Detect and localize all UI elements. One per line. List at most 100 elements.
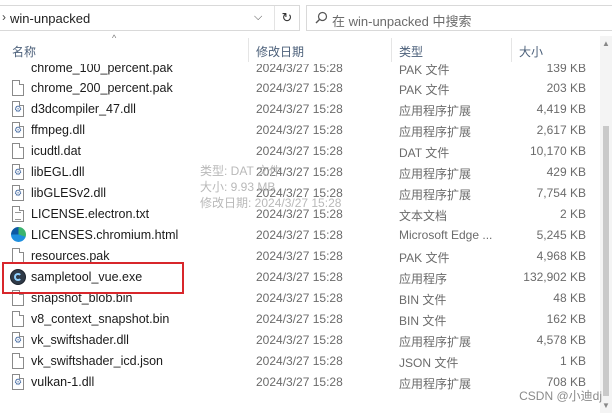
file-date: 2024/3/27 15:28 [256, 123, 343, 137]
file-size: 2,617 KB [536, 123, 586, 137]
file-size: 429 KB [546, 165, 586, 179]
scroll-down-icon[interactable]: ▼ [602, 401, 610, 410]
file-icon [12, 80, 24, 96]
file-name: vulkan-1.dll [31, 375, 95, 389]
file-row[interactable]: LICENSES.chromium.html 2024/3/27 15:28 M… [0, 225, 600, 246]
toolbar: › win-unpacked ⌵ ↻ 在 win-unpacked 中搜索 [0, 0, 612, 36]
file-row[interactable]: chrome_200_percent.pak 2024/3/27 15:28 P… [0, 78, 600, 99]
file-row[interactable]: vk_swiftshader_icd.json 2024/3/27 15:28 … [0, 351, 600, 372]
file-type: 应用程序扩展 [399, 104, 472, 118]
file-name: resources.pak [31, 249, 110, 263]
file-date: 2024/3/27 15:28 [256, 228, 343, 242]
dll-icon [12, 374, 24, 390]
file-size: 5,245 KB [536, 228, 586, 242]
file-row[interactable]: v8_context_snapshot.bin 2024/3/27 15:28 … [0, 309, 600, 330]
file-date: 2024/3/27 15:28 [256, 270, 343, 284]
file-type: 应用程序扩展 [399, 335, 472, 349]
vertical-scrollbar[interactable]: ▲ ▼ [600, 36, 612, 413]
file-row[interactable]: vk_swiftshader.dll 2024/3/27 15:28 应用程序扩… [0, 330, 600, 351]
dll-icon [12, 332, 24, 348]
file-name: d3dcompiler_47.dll [31, 102, 136, 116]
file-name: vk_swiftshader.dll [31, 333, 129, 347]
file-type: 应用程序 [399, 272, 448, 286]
file-list: chrome_100_percent.pak 2024/3/27 15:28 P… [0, 58, 600, 413]
file-date: 2024/3/27 15:28 [256, 64, 343, 75]
file-date: 2024/3/27 15:28 [256, 291, 343, 305]
edge-icon [11, 227, 26, 242]
file-date: 2024/3/27 15:28 [256, 102, 343, 116]
file-size: 139 KB [546, 64, 586, 75]
address-history-dropdown-icon[interactable]: ⌵ [254, 11, 262, 24]
breadcrumb-current-folder[interactable]: win-unpacked [10, 11, 90, 26]
search-box[interactable]: 在 win-unpacked 中搜索 [306, 5, 612, 31]
scroll-up-icon[interactable]: ▲ [602, 39, 610, 48]
text-file-icon [12, 206, 24, 222]
file-name: chrome_100_percent.pak [31, 64, 173, 75]
file-icon [12, 353, 24, 369]
file-icon [12, 311, 24, 327]
file-type: 应用程序扩展 [399, 167, 472, 181]
file-size: 2 KB [559, 207, 586, 221]
watermark: CSDN @小迪dj [519, 389, 602, 403]
file-type: Microsoft Edge ... [399, 228, 493, 242]
sort-ascending-icon: ^ [112, 33, 117, 43]
file-type: BIN 文件 [399, 314, 447, 328]
highlight-box [2, 262, 184, 294]
file-type: DAT 文件 [399, 146, 450, 160]
file-row[interactable]: d3dcompiler_47.dll 2024/3/27 15:28 应用程序扩… [0, 99, 600, 120]
file-name: LICENSES.chromium.html [31, 228, 179, 242]
file-row[interactable]: chrome_100_percent.pak 2024/3/27 15:28 P… [0, 64, 600, 78]
dll-icon [12, 122, 24, 138]
file-name: libEGL.dll [31, 165, 85, 179]
address-bar[interactable]: › win-unpacked ⌵ ↻ [0, 5, 300, 31]
file-date: 2024/3/27 15:28 [256, 333, 343, 347]
file-row[interactable]: ffmpeg.dll 2024/3/27 15:28 应用程序扩展 2,617 … [0, 120, 600, 141]
breadcrumb-separator[interactable]: › [2, 10, 6, 24]
dll-icon [12, 164, 24, 180]
file-row[interactable]: libGLESv2.dll 2024/3/27 15:28 应用程序扩展 7,7… [0, 183, 600, 204]
file-date: 2024/3/27 15:28 [256, 312, 343, 326]
file-name: v8_context_snapshot.bin [31, 312, 170, 326]
file-size: 4,419 KB [536, 102, 586, 116]
scroll-thumb[interactable] [603, 126, 609, 396]
search-placeholder: 在 win-unpacked 中搜索 [332, 14, 472, 29]
file-size: 1 KB [559, 354, 586, 368]
file-size: 132,902 KB [523, 270, 586, 284]
file-type: 应用程序扩展 [399, 377, 472, 391]
file-date: 2024/3/27 15:28 [256, 81, 343, 95]
file-type: 应用程序扩展 [399, 125, 472, 139]
file-name: chrome_200_percent.pak [31, 81, 173, 95]
file-size: 10,170 KB [529, 144, 586, 158]
file-date: 2024/3/27 15:28 [256, 186, 343, 200]
file-row[interactable]: icudtl.dat 2024/3/27 15:28 DAT 文件 10,170… [0, 141, 600, 162]
file-name: libGLESv2.dll [31, 186, 107, 200]
file-date: 2024/3/27 15:28 [256, 144, 343, 158]
file-size: 203 KB [546, 81, 586, 95]
file-row[interactable]: LICENSE.electron.txt 2024/3/27 15:28 文本文… [0, 204, 600, 225]
file-date: 2024/3/27 15:28 [256, 249, 343, 263]
file-date: 2024/3/27 15:28 [256, 165, 343, 179]
refresh-icon[interactable]: ↻ [274, 6, 299, 30]
file-name: vk_swiftshader_icd.json [31, 354, 164, 368]
file-date: 2024/3/27 15:28 [256, 207, 343, 221]
file-name: ffmpeg.dll [31, 123, 85, 137]
file-size: 7,754 KB [536, 186, 586, 200]
file-type: 应用程序扩展 [399, 188, 472, 202]
file-date: 2024/3/27 15:28 [256, 354, 343, 368]
file-name: icudtl.dat [31, 144, 82, 158]
dll-icon [12, 185, 24, 201]
file-size: 4,578 KB [536, 333, 586, 347]
file-date: 2024/3/27 15:28 [256, 375, 343, 389]
file-size: 4,968 KB [536, 249, 586, 263]
file-type: 文本文档 [399, 209, 448, 223]
file-name: LICENSE.electron.txt [31, 207, 150, 221]
file-row[interactable]: vulkan-1.dll 2024/3/27 15:28 应用程序扩展 708 … [0, 372, 600, 393]
file-size: 48 KB [553, 291, 586, 305]
file-icon [12, 143, 24, 159]
dll-icon [12, 101, 24, 117]
file-size: 162 KB [546, 312, 586, 326]
file-type: PAK 文件 [399, 83, 450, 97]
file-type: JSON 文件 [399, 356, 459, 370]
file-row[interactable]: libEGL.dll 2024/3/27 15:28 应用程序扩展 429 KB [0, 162, 600, 183]
search-icon [315, 11, 328, 24]
